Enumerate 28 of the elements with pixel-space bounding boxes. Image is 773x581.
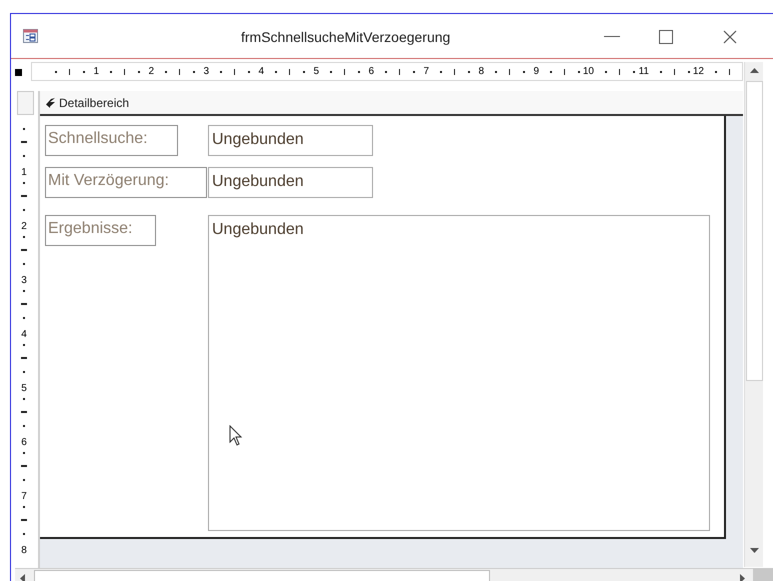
ruler-number: 5 [313,67,319,77]
ruler-number: 2 [21,222,27,232]
section-title: Detailbereich [59,94,130,112]
ruler-number: 1 [93,67,99,77]
ruler-number: 10 [582,67,594,77]
ruler-number: 6 [21,438,27,448]
ruler-number: 8 [478,67,484,77]
ruler-number: 11 [638,67,649,77]
ruler-number: 3 [21,276,27,286]
field-label: Mit Verzögerung: [45,167,207,198]
ruler-number: 8 [21,546,27,556]
field-label: Schnellsuche: [45,125,178,156]
ruler-number: 3 [203,67,209,77]
ruler-number: 4 [21,330,27,340]
ruler-number: 5 [21,384,27,394]
text-box[interactable]: Ungebunden [208,167,373,198]
ruler-number: 12 [692,67,704,77]
ruler-number: 1 [21,168,27,178]
ruler-number: 6 [368,67,374,77]
results-list-box[interactable]: Ungebunden [208,215,710,531]
ruler-number: 2 [148,67,154,77]
ruler-number: 7 [21,492,27,502]
field-label: Ergebnisse: [45,215,156,246]
ruler-number: 9 [533,67,539,77]
window-title: frmSchnellsucheMitVerzoegerung [241,28,450,47]
ruler-number: 4 [258,67,264,77]
ruler-number: 7 [423,67,429,77]
text-box[interactable]: Ungebunden [208,125,373,156]
